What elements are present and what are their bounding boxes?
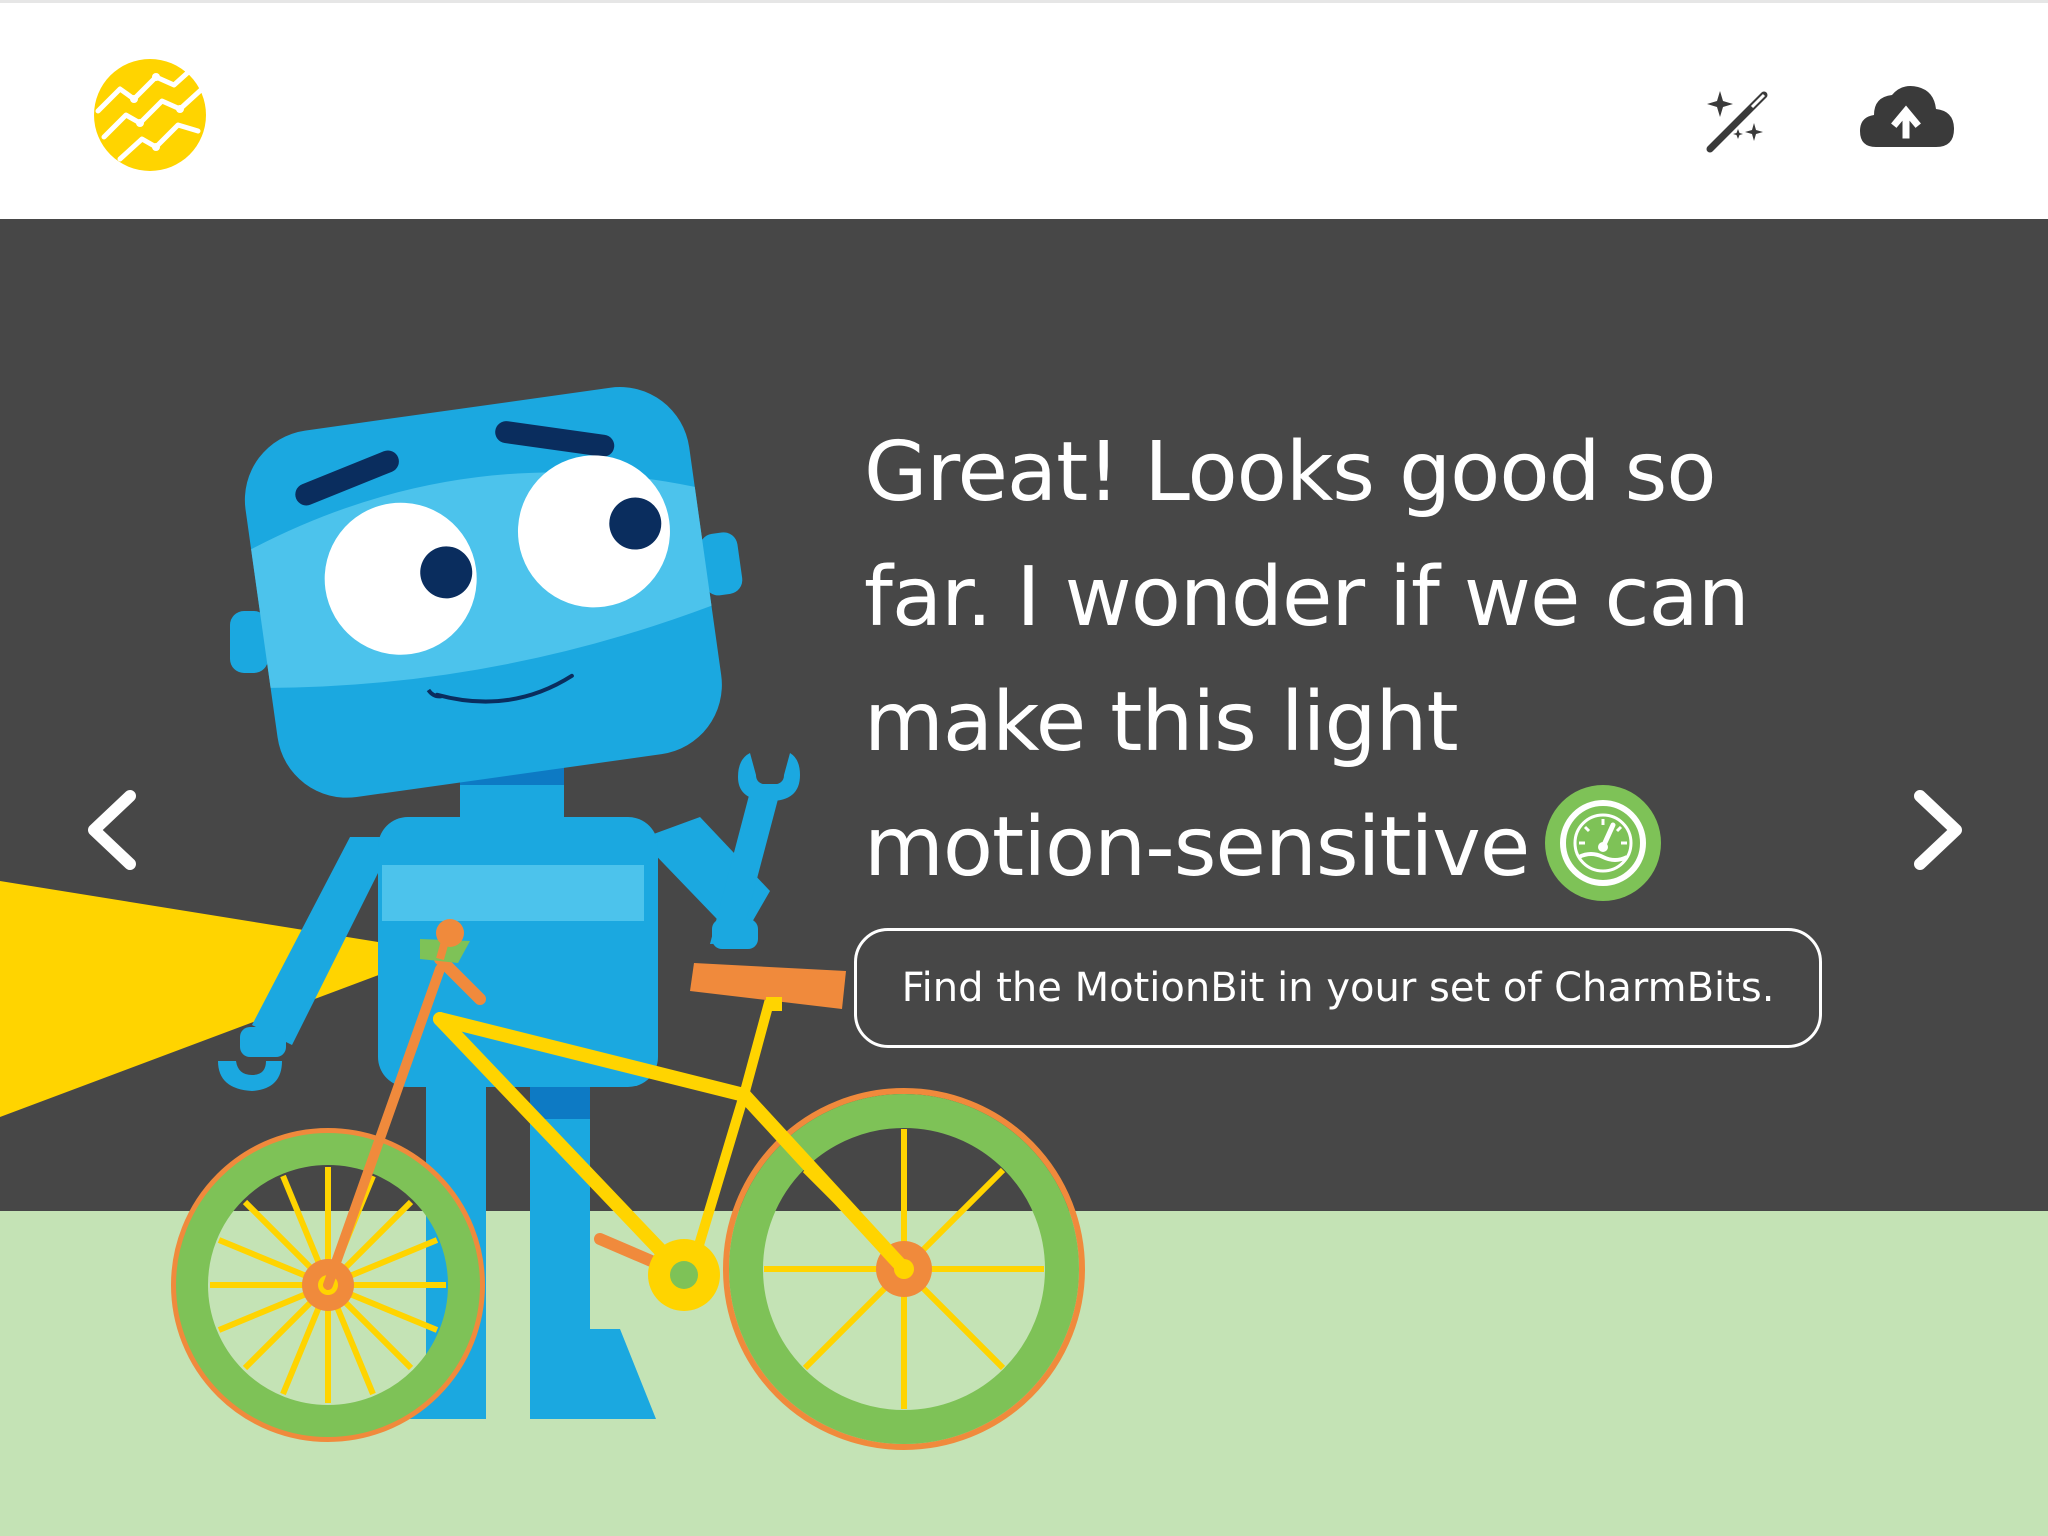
message-line: Great! Looks good so — [864, 425, 1717, 520]
cloud-upload-icon[interactable] — [1858, 81, 1956, 151]
magic-wand-icon[interactable] — [1700, 83, 1776, 159]
motionbit-gauge-icon[interactable] — [1545, 784, 1662, 901]
hint-box: Find the MotionBit in your set of CharmB… — [854, 928, 1822, 1048]
chevron-left-icon[interactable] — [78, 780, 148, 880]
lesson-message: Great! Looks good so far. I wonder if we… — [864, 410, 1804, 911]
message-line: motion-sensitive — [864, 800, 1530, 895]
message-line: far. I wonder if we can — [864, 550, 1750, 645]
charmbits-logo-icon[interactable] — [94, 59, 206, 171]
message-line-with-sensor: motion-sensitive — [864, 784, 1804, 911]
light-beam — [0, 881, 440, 1117]
top-toolbar — [0, 0, 2048, 219]
chevron-right-icon[interactable] — [1902, 780, 1972, 880]
message-line: make this light — [864, 675, 1459, 770]
